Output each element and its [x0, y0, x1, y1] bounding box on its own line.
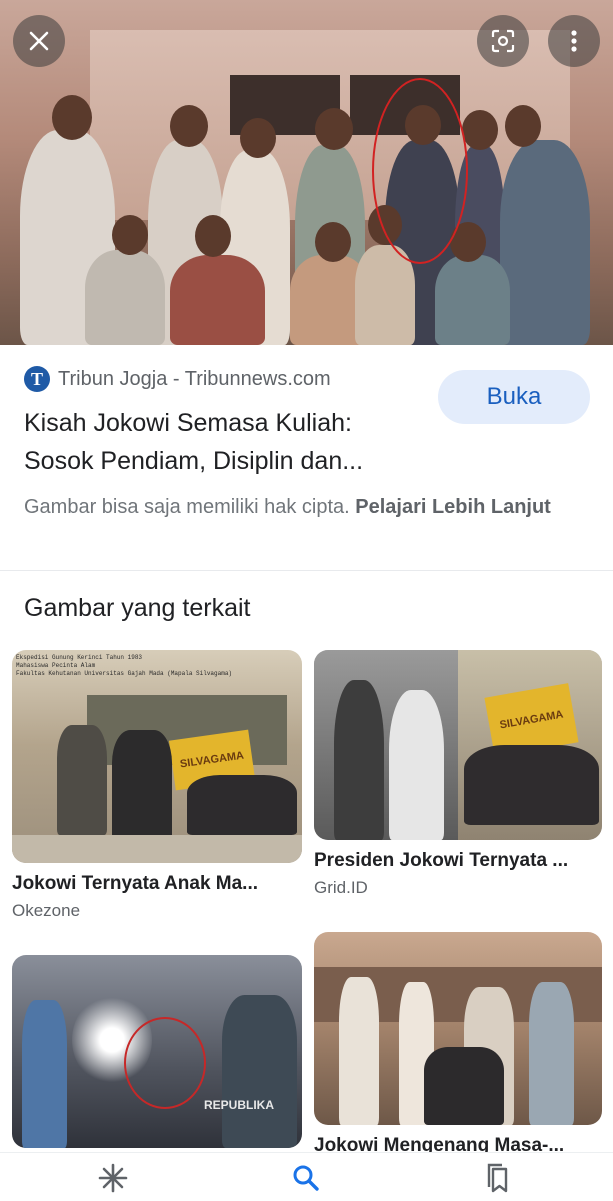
collections-bookmark-icon [487, 1163, 508, 1193]
hero-image[interactable] [0, 0, 613, 345]
highlight-circle [372, 78, 468, 264]
related-caption: Jokowi Ternyata Anak Ma... [12, 873, 259, 894]
related-card[interactable]: REPUBLIKA [12, 955, 302, 1148]
collections-tab[interactable] [483, 1163, 513, 1193]
related-card[interactable]: Ekspedisi Gunung Kerinci Tahun 1983 Maha… [12, 650, 302, 921]
highlight-circle [124, 1017, 206, 1109]
copyright-notice: Gambar bisa saja memiliki hak cipta. Pel… [24, 492, 594, 523]
related-thumbnail[interactable]: Ekspedisi Gunung Kerinci Tahun 1983 Maha… [12, 650, 302, 863]
search-tab[interactable] [291, 1163, 321, 1193]
related-thumbnail[interactable] [314, 932, 602, 1125]
related-card[interactable]: Jokowi Mengenang Masa-... [314, 932, 602, 1157]
close-icon [29, 31, 49, 51]
source-name: Tribun Jogja - Tribunnews.com [58, 367, 331, 390]
source-row[interactable]: T Tribun Jogja - Tribunnews.com [24, 366, 331, 392]
close-button[interactable] [13, 15, 65, 67]
bottom-navigation [0, 1152, 613, 1201]
google-lens-icon [491, 29, 515, 53]
discover-tab[interactable] [98, 1163, 128, 1193]
related-source: Grid.ID [314, 878, 368, 897]
learn-more-link[interactable]: Pelajari Lebih Lanjut [355, 496, 551, 518]
copyright-text: Gambar bisa saja memiliki hak cipta. [24, 496, 350, 518]
related-thumbnail[interactable]: SILVAGAMA [314, 650, 602, 840]
related-source: Okezone [12, 901, 81, 920]
google-lens-button[interactable] [477, 15, 529, 67]
open-button[interactable]: Buka [438, 370, 590, 424]
related-thumbnail[interactable]: REPUBLIKA [12, 955, 302, 1148]
thumbnail-overlay-text: Ekspedisi Gunung Kerinci Tahun 1983 Maha… [16, 654, 233, 677]
result-title[interactable]: Kisah Jokowi Semasa Kuliah: Sosok Pendia… [24, 404, 424, 480]
title-line-1: Kisah Jokowi Semasa Kuliah: [24, 409, 352, 437]
related-heading: Gambar yang terkait [24, 594, 251, 622]
related-card[interactable]: SILVAGAMA Presiden Jokowi Ternyata ... G… [314, 650, 602, 898]
title-line-2: Sosok Pendiam, Disiplin dan... [24, 447, 364, 475]
more-vert-icon [571, 30, 577, 52]
related-caption: Presiden Jokowi Ternyata ... [314, 850, 569, 871]
discover-asterisk-icon [98, 1163, 128, 1193]
tribun-logo-icon: T [24, 366, 50, 392]
more-options-button[interactable] [548, 15, 600, 67]
divider [0, 570, 613, 571]
watermark: REPUBLIKA [204, 1098, 275, 1112]
search-icon [293, 1165, 319, 1191]
